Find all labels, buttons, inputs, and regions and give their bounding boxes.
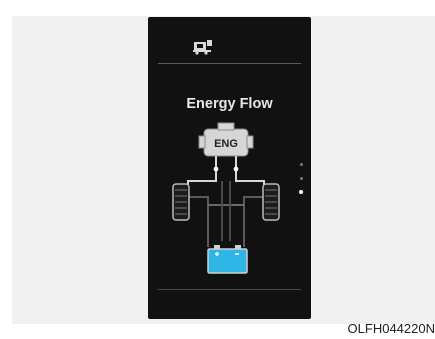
page-dot: [300, 163, 303, 166]
left-wheel-icon: [172, 183, 190, 221]
vehicle-info-icon: [193, 40, 212, 55]
flow-node-left: [213, 166, 219, 172]
flow-node-right: [233, 166, 239, 172]
page-dot: [300, 177, 303, 180]
battery-icon: [207, 245, 248, 274]
engine-flow-line-left: [187, 156, 217, 189]
right-wheel-icon: [262, 183, 280, 221]
page-dot-active: [299, 190, 303, 194]
screen-title: Energy Flow: [186, 96, 273, 112]
figure-caption: OLFH044220N: [347, 321, 435, 336]
battery-flow-line: [221, 181, 231, 241]
cluster-display: Energy Flow ENG: [148, 17, 311, 319]
engine-flow-line-right: [235, 156, 265, 189]
footer-divider: [158, 289, 301, 290]
engine-icon: ENG: [198, 122, 254, 157]
page-indicator: [299, 159, 305, 199]
engine-label: ENG: [214, 138, 238, 150]
energy-flow-diagram: ENG: [172, 122, 280, 274]
header-divider: [158, 63, 301, 64]
